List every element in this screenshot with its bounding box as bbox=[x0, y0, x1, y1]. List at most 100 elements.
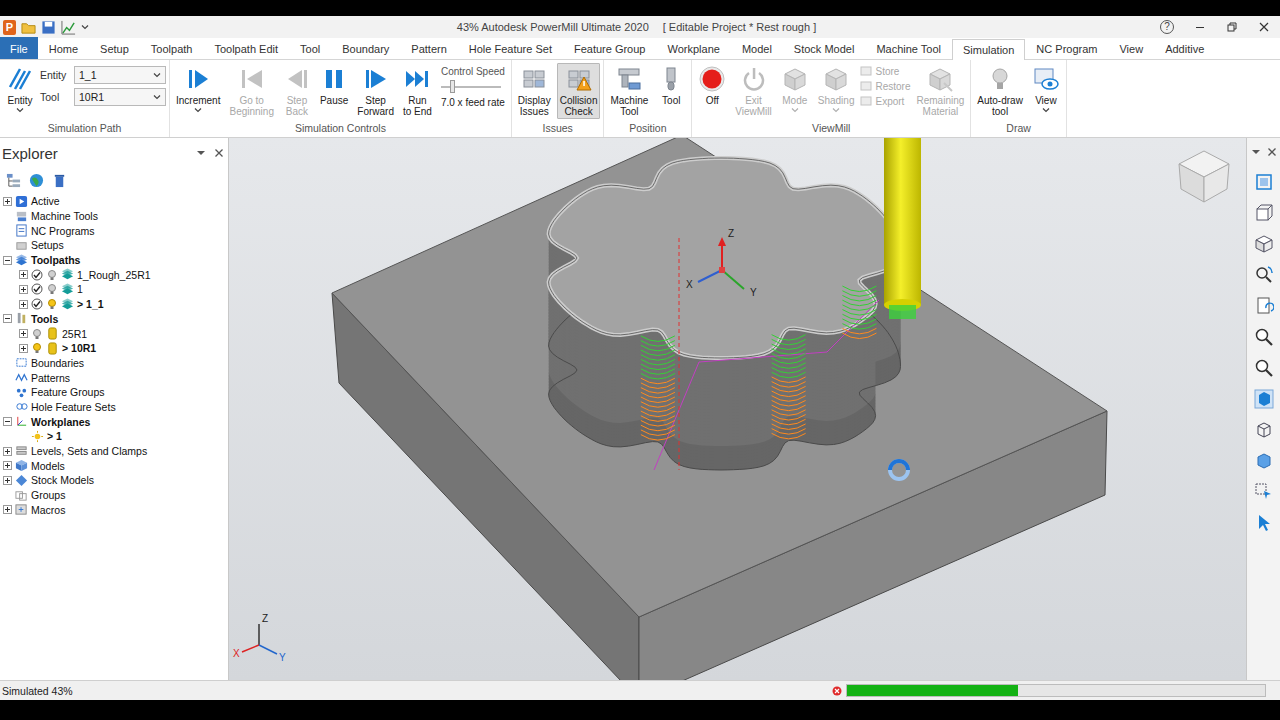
step-forward-icon bbox=[362, 65, 390, 93]
issues-button[interactable]: CollisionCheck bbox=[557, 63, 601, 119]
ribbon-tab[interactable]: NC Program bbox=[1025, 38, 1108, 59]
tree-item[interactable]: Setups bbox=[0, 238, 228, 253]
tree-item[interactable]: Machine Tools bbox=[0, 209, 228, 224]
viewmill-button[interactable]: ExitViewMill bbox=[732, 63, 775, 119]
simulation-control-button[interactable]: Runto End bbox=[400, 63, 435, 119]
pause-icon bbox=[320, 65, 348, 93]
ribbon-tab[interactable]: Toolpath bbox=[140, 38, 204, 59]
ribbon-tab[interactable]: Boundary bbox=[331, 38, 400, 59]
position-button[interactable]: Tool bbox=[654, 63, 688, 108]
draw-button[interactable]: Auto-drawtool bbox=[974, 63, 1026, 119]
tree-item[interactable]: > 1 bbox=[0, 429, 228, 444]
view-cube[interactable] bbox=[1179, 151, 1229, 202]
tree-item[interactable]: Stock Models bbox=[0, 473, 228, 488]
ribbon-tab[interactable]: Model bbox=[731, 38, 783, 59]
issues-button[interactable]: DisplayIssues bbox=[515, 63, 554, 119]
tree-item[interactable]: Toolpaths bbox=[0, 253, 228, 268]
field-row: Entity1_1 bbox=[40, 66, 166, 84]
tree-item[interactable]: Workplanes bbox=[0, 414, 228, 429]
small-button[interactable]: Store bbox=[860, 65, 910, 77]
restore-icon bbox=[860, 80, 872, 92]
hole-feature-sets-icon bbox=[15, 400, 28, 413]
viewmill-button[interactable]: Shading bbox=[815, 63, 858, 116]
explorer-panel: ExplorerActiveMachine ToolsNC ProgramsSe… bbox=[0, 138, 229, 680]
tree-item[interactable]: > 10R1 bbox=[0, 341, 228, 356]
ribbon-tab[interactable]: Workplane bbox=[656, 38, 730, 59]
go-to-beginning-icon bbox=[238, 65, 266, 93]
ribbon-tab[interactable]: Pattern bbox=[400, 38, 457, 59]
speed-slider[interactable] bbox=[441, 86, 501, 88]
toolpaths-icon bbox=[15, 254, 28, 267]
entity-button[interactable]: Entity bbox=[3, 63, 37, 116]
expander-icon bbox=[3, 476, 12, 485]
ribbon: EntityEntity1_1Tool10R1Simulation PathIn… bbox=[0, 60, 1280, 138]
tree-item[interactable]: Active bbox=[0, 194, 228, 209]
simulation-control-button[interactable]: StepForward bbox=[354, 63, 397, 119]
simulation-control-button[interactable]: Go toBeginning bbox=[226, 63, 276, 119]
dropdown-select[interactable]: 10R1 bbox=[74, 88, 166, 106]
ribbon-tab[interactable]: File bbox=[0, 37, 38, 59]
shading-cube-icon bbox=[822, 65, 850, 93]
levels-icon bbox=[15, 445, 28, 458]
simulation-viewport[interactable]: ZXYZXY bbox=[229, 138, 1246, 680]
dropdown-icon bbox=[153, 93, 161, 101]
ribbon-tab[interactable]: Additive bbox=[1154, 38, 1215, 59]
tree-item[interactable]: Tools bbox=[0, 312, 228, 327]
tree-item[interactable]: Feature Groups bbox=[0, 385, 228, 400]
slider-thumb[interactable] bbox=[450, 80, 455, 93]
tree-item[interactable]: Hole Feature Sets bbox=[0, 400, 228, 415]
stock-block bbox=[332, 138, 1107, 680]
collision-warning-icon bbox=[565, 65, 593, 93]
tree-item[interactable]: Levels, Sets and Clamps bbox=[0, 444, 228, 459]
tree-item[interactable]: > 1_1 bbox=[0, 297, 228, 312]
tree-item[interactable]: 1 bbox=[0, 282, 228, 297]
ribbon-tab[interactable]: Feature Group bbox=[563, 38, 657, 59]
tree-item[interactable]: Groups bbox=[0, 488, 228, 503]
ribbon-tab[interactable]: Setup bbox=[89, 38, 140, 59]
tree-item[interactable]: Boundaries bbox=[0, 356, 228, 371]
restore-window-icon bbox=[1226, 21, 1238, 33]
wire-tool-icon bbox=[1254, 420, 1274, 440]
draw-button[interactable]: View bbox=[1029, 63, 1063, 116]
export-icon bbox=[860, 95, 872, 107]
viewmill-button[interactable]: Off bbox=[695, 63, 729, 108]
globe-icon bbox=[29, 173, 44, 188]
remaining-material-button[interactable]: RemainingMaterial bbox=[913, 63, 967, 119]
simulation-control-button[interactable]: StepBack bbox=[280, 63, 314, 119]
tree-item[interactable]: Models bbox=[0, 458, 228, 473]
simulation-control-button[interactable]: Pause bbox=[317, 63, 351, 108]
panel-menu-icon bbox=[196, 148, 206, 158]
expander-icon bbox=[3, 417, 12, 426]
ribbon-tab[interactable]: Simulation bbox=[952, 39, 1025, 60]
ribbon-tab[interactable]: Stock Model bbox=[783, 38, 866, 59]
status-bar: Simulated 43% bbox=[0, 680, 1280, 700]
tree-item[interactable]: NC Programs bbox=[0, 223, 228, 238]
dropdown-select[interactable]: 1_1 bbox=[74, 66, 166, 84]
ribbon-tab[interactable]: View bbox=[1108, 38, 1154, 59]
tree-item[interactable]: Patterns bbox=[0, 370, 228, 385]
ribbon-tab[interactable]: Tool bbox=[289, 38, 331, 59]
store-icon bbox=[860, 65, 872, 77]
graphics-area[interactable]: ZXYZXY bbox=[229, 138, 1246, 680]
ribbon-tab[interactable]: Home bbox=[38, 38, 89, 59]
explorer-toolbar bbox=[0, 168, 228, 192]
small-button[interactable]: Export bbox=[860, 95, 910, 107]
position-button[interactable]: MachineTool bbox=[607, 63, 651, 119]
boundaries-icon bbox=[15, 356, 28, 369]
solid-tool-icon bbox=[1254, 389, 1274, 409]
viewmill-button[interactable]: Mode bbox=[778, 63, 812, 116]
ribbon-tab[interactable]: Hole Feature Set bbox=[458, 38, 563, 59]
tree-item[interactable]: Macros bbox=[0, 502, 228, 517]
patterns-icon bbox=[15, 371, 28, 384]
power-icon bbox=[740, 65, 768, 93]
letterbox bbox=[0, 700, 1280, 720]
ribbon-tab[interactable]: Machine Tool bbox=[865, 38, 952, 59]
ribbon-tab[interactable]: Toolpath Edit bbox=[203, 38, 289, 59]
tree-item[interactable]: 1_Rough_25R1 bbox=[0, 267, 228, 282]
tree-item[interactable]: 25R1 bbox=[0, 326, 228, 341]
help-button[interactable]: ? bbox=[1160, 20, 1174, 34]
small-button[interactable]: Restore bbox=[860, 80, 910, 92]
field-row: Tool10R1 bbox=[40, 88, 166, 106]
display-issues-icon bbox=[520, 65, 548, 93]
simulation-control-button[interactable]: Increment bbox=[173, 63, 223, 116]
